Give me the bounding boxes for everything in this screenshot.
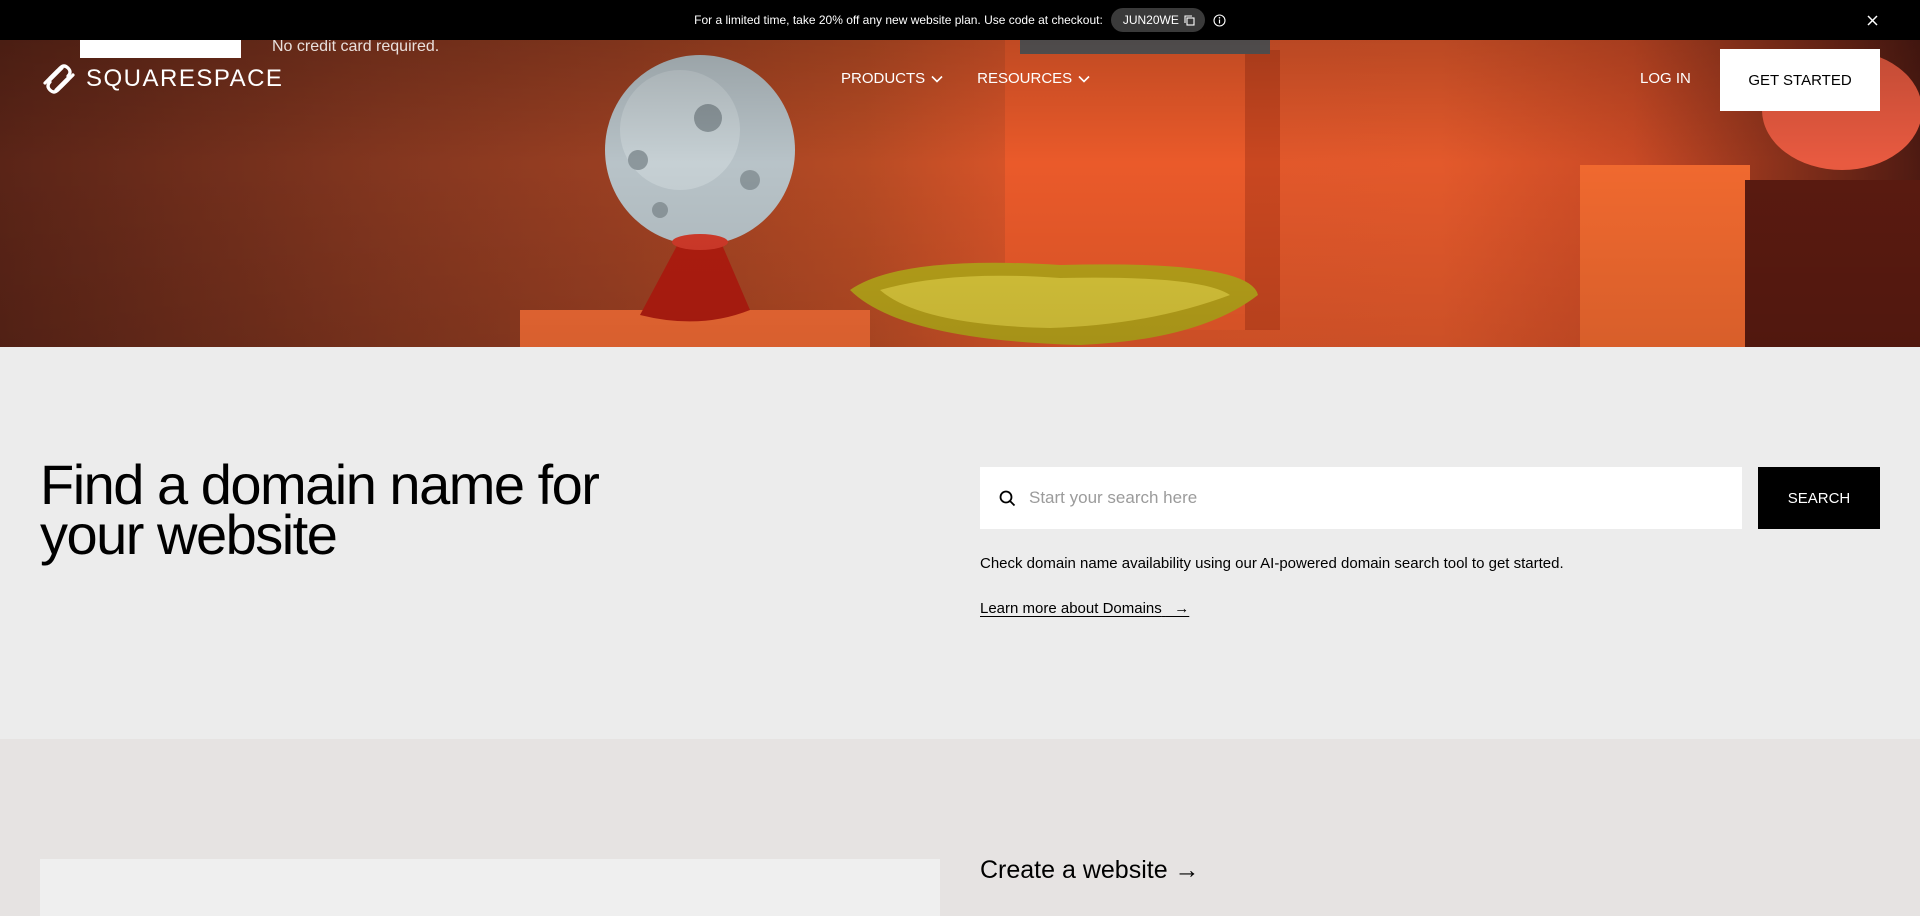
domain-search-section: Find a domain name for your website SEAR… <box>0 347 1920 739</box>
search-icon <box>999 490 1016 506</box>
domain-helper-text: Check domain name availability using our… <box>980 555 1564 572</box>
hero-button-partial[interactable] <box>80 40 241 58</box>
squarespace-logo[interactable]: SQUARESPACE <box>40 64 283 94</box>
promo-banner: For a limited time, take 20% off any new… <box>0 0 1920 40</box>
squarespace-logo-icon <box>43 64 75 94</box>
create-website-link[interactable]: Create a website → <box>980 856 1200 885</box>
get-started-button[interactable]: GET STARTED <box>1720 49 1880 111</box>
nav-resources[interactable]: RESOURCES <box>977 70 1090 87</box>
domain-search-box[interactable] <box>980 467 1742 529</box>
info-icon[interactable] <box>1213 13 1226 27</box>
promo-text: For a limited time, take 20% off any new… <box>694 13 1103 27</box>
promo-code: JUN20WE <box>1122 13 1179 27</box>
hero-caption-partial: No credit card required. <box>272 40 440 55</box>
create-website-section: Create a website → <box>0 739 1920 916</box>
brand-name: SQUARESPACE <box>86 65 284 92</box>
close-icon[interactable] <box>1864 12 1880 28</box>
nav-products[interactable]: PRODUCTS <box>841 70 943 87</box>
domain-title: Find a domain name for your website <box>40 453 600 566</box>
arrow-right-icon: → <box>1165 600 1190 617</box>
chevron-down-icon <box>931 75 943 83</box>
nav-products-label: PRODUCTS <box>841 70 926 87</box>
nav-resources-label: RESOURCES <box>977 70 1073 87</box>
feature-image-card <box>40 859 940 916</box>
copy-icon <box>1184 14 1195 26</box>
main-nav: PRODUCTS RESOURCES <box>841 70 1090 87</box>
domain-search-input[interactable] <box>1029 488 1709 508</box>
login-link[interactable]: LOG IN <box>1640 70 1691 87</box>
promo-code-chip[interactable]: JUN20WE <box>1110 8 1205 32</box>
learn-more-domains-link[interactable]: Learn more about Domains → <box>980 600 1189 617</box>
chevron-down-icon <box>1078 75 1090 83</box>
learn-more-label: Learn more about Domains <box>980 600 1162 617</box>
search-button[interactable]: SEARCH <box>1758 467 1880 529</box>
